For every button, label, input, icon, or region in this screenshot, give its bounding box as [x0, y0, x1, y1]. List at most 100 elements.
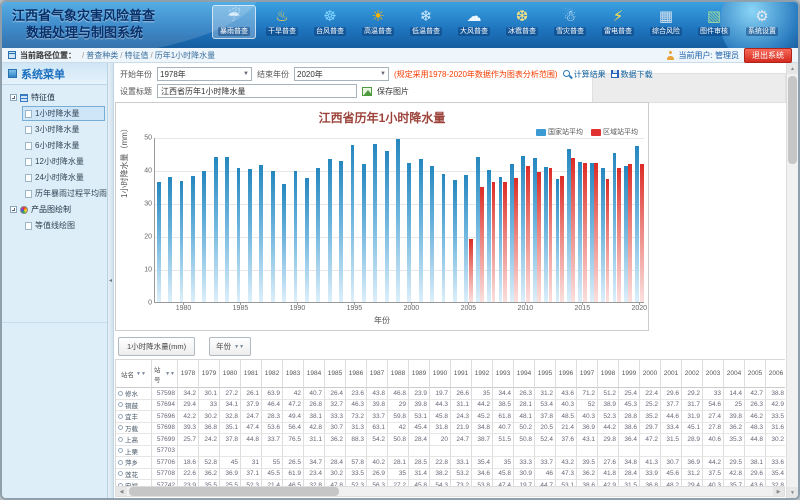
value-cell: 42.9 — [766, 400, 785, 412]
value-cell — [682, 446, 703, 458]
value-cell — [367, 446, 388, 458]
horizontal-scrollbar[interactable]: ◀ ▶ — [115, 486, 785, 497]
table-row[interactable]: 莲花5770822.636.236.937.145.561.923.430.23… — [116, 469, 785, 481]
unit-selector[interactable]: 1小时降水量(mm) — [118, 337, 195, 356]
value-cell: 29.6 — [745, 469, 766, 481]
row-expand-icon[interactable] — [118, 391, 123, 396]
col-header-year-label: 1984 — [307, 370, 321, 377]
row-expand-icon[interactable] — [118, 414, 123, 419]
row-expand-icon[interactable] — [118, 448, 123, 453]
toolbar-item-map-review[interactable]: ▧图件审核 — [692, 5, 736, 39]
value-cell: 50.8 — [514, 434, 535, 446]
value-cell — [220, 446, 241, 458]
value-cell: 50.8 — [388, 434, 409, 446]
start-year-select[interactable]: 1978年 ▼ — [157, 67, 252, 81]
row-expand-icon[interactable] — [118, 471, 123, 476]
toolbar-item-high-temp-survey[interactable]: ☀高温普查 — [356, 5, 400, 39]
tree-item-历年暴雨过程平均雨量[interactable]: 历年暴雨过程平均雨量 — [22, 186, 105, 201]
year-sort-control[interactable]: 年份 ▼▼ — [209, 337, 251, 356]
bar-national-1991 — [305, 178, 309, 302]
table-row[interactable]: 宜丰5769642.230.232.824.728.349.438.133.37… — [116, 411, 785, 423]
end-year-select[interactable]: 2020年 ▼ — [294, 67, 389, 81]
bar-regional-2020 — [640, 164, 644, 302]
hscroll-thumb[interactable] — [129, 487, 339, 496]
value-cell: 33 — [703, 388, 724, 400]
value-cell: 38.9 — [598, 400, 619, 412]
col-header-id[interactable]: 站号▼▼ — [152, 360, 178, 388]
tree-item-24小时降水量[interactable]: 24小时降水量 — [22, 170, 105, 185]
col-header-station[interactable]: 站名▼▼ — [116, 360, 152, 388]
expander-icon[interactable] — [10, 206, 17, 213]
row-expand-icon[interactable] — [118, 437, 123, 442]
calc-result-link[interactable]: 计算结果 — [563, 69, 606, 80]
table-row[interactable]: 萍乡5770618.652.845315526.534.728.457.840.… — [116, 457, 785, 469]
toolbar-item-rainstorm-survey[interactable]: ☔暴雨普查 — [212, 5, 256, 39]
toolbar-item-hail-survey[interactable]: ❆冰雹普查 — [500, 5, 544, 39]
save-picture-link[interactable]: 保存图片 — [377, 86, 409, 97]
breadcrumb-item[interactable]: 历年1小时降水量 — [155, 51, 215, 60]
toolbar-item-typhoon-survey[interactable]: ☸台风普查 — [308, 5, 352, 39]
table-row[interactable]: 万载5769839.336.835.147.453.656.442.830.73… — [116, 423, 785, 435]
legend-item-区域站平均[interactable]: 区域站平均 — [591, 127, 638, 137]
bar-national-1989 — [282, 184, 286, 302]
toolbar-item-low-temp-survey[interactable]: ❄低温普查 — [404, 5, 448, 39]
logout-button[interactable]: 退出系统 — [744, 48, 792, 63]
table-row[interactable]: 上栗57703 — [116, 446, 785, 458]
vertical-scrollbar[interactable]: ▲ ▼ — [786, 63, 798, 498]
toolbar-item-wind-survey[interactable]: ☁大风普查 — [452, 5, 496, 39]
vscroll-thumb[interactable] — [788, 76, 797, 164]
year-sort-label: 年份 — [216, 341, 231, 352]
toolbar-item-snow-survey[interactable]: ☃雪灾普查 — [548, 5, 592, 39]
toolbar-item-lightning-survey[interactable]: ⚡雷电普查 — [596, 5, 640, 39]
tree-group-产品图绘制[interactable]: 产品图绘制 — [6, 202, 105, 217]
toolbar-item-drought-survey[interactable]: ♨干旱普查 — [260, 5, 304, 39]
value-cell: 29 — [388, 400, 409, 412]
scroll-up-icon[interactable]: ▲ — [787, 63, 798, 74]
bar-national-2008 — [499, 177, 503, 302]
col-header-year: 1986 — [346, 360, 367, 388]
station-name: 修水 — [125, 388, 138, 398]
x-tick-label: 1990 — [282, 305, 312, 312]
app-title-line2: 数据处理与制图系统 — [12, 24, 155, 41]
station-name: 万载 — [125, 423, 138, 433]
scroll-right-icon[interactable]: ▶ — [773, 487, 784, 496]
tree-group-特征值[interactable]: 特征值 — [6, 90, 105, 105]
value-cell: 47.3 — [556, 469, 577, 481]
table-row[interactable]: 上高5769925.724.237.844.833.776.531.136.28… — [116, 434, 785, 446]
path-icon — [8, 51, 16, 59]
legend-item-国家站平均[interactable]: 国家站平均 — [536, 127, 583, 137]
toolbar-item-comprehensive-risk[interactable]: ▦综合风险 — [644, 5, 688, 39]
row-expand-icon[interactable] — [118, 460, 123, 465]
station-name: 宜丰 — [125, 411, 138, 421]
breadcrumb-separator: / — [82, 51, 84, 60]
value-cell: 24.2 — [199, 434, 220, 446]
table-row[interactable]: 铜鼓5769429.43334.137.946.447.226.832.746.… — [116, 400, 785, 412]
x-tick-label: 1995 — [339, 305, 369, 312]
tree-item-12小时降水量[interactable]: 12小时降水量 — [22, 154, 105, 169]
col-header-year-label: 2000 — [643, 370, 657, 377]
tree-item-6小时降水量[interactable]: 6小时降水量 — [22, 138, 105, 153]
value-cell: 71.2 — [577, 388, 598, 400]
tree-item-1小时降水量[interactable]: 1小时降水量 — [22, 106, 105, 121]
tree-item-label: 等值线绘图 — [35, 220, 75, 231]
row-expand-icon[interactable] — [118, 402, 123, 407]
station-name: 上高 — [125, 434, 138, 444]
scroll-left-icon[interactable]: ◀ — [116, 487, 127, 496]
breadcrumb-item[interactable]: 特征值 — [124, 51, 148, 60]
expander-icon[interactable] — [10, 94, 17, 101]
data-download-link[interactable]: 数据下载 — [611, 69, 653, 80]
tree-item-3小时降水量[interactable]: 3小时降水量 — [22, 122, 105, 137]
toolbar-item-system-settings[interactable]: ⚙系统设置 — [740, 5, 784, 39]
breadcrumb-item[interactable]: 普查种类 — [86, 51, 118, 60]
chart-title-input[interactable] — [157, 84, 357, 98]
value-cell: 47.2 — [640, 434, 661, 446]
y-tick-label: 30 — [132, 201, 152, 208]
row-expand-icon[interactable] — [118, 425, 123, 430]
value-cell: 36.2 — [325, 434, 346, 446]
table-row[interactable]: 修水5759834.230.127.226.163.94240.726.423.… — [116, 388, 785, 400]
tree-item-等值线绘图[interactable]: 等值线绘图 — [22, 218, 105, 233]
app-header: 江西省气象灾害风险普查 数据处理与制图系统 ☔暴雨普查♨干旱普查☸台风普查☀高温… — [2, 2, 798, 48]
value-cell: 35 — [493, 457, 514, 469]
station-name: 莲花 — [125, 469, 138, 479]
scroll-down-icon[interactable]: ▼ — [787, 487, 798, 498]
